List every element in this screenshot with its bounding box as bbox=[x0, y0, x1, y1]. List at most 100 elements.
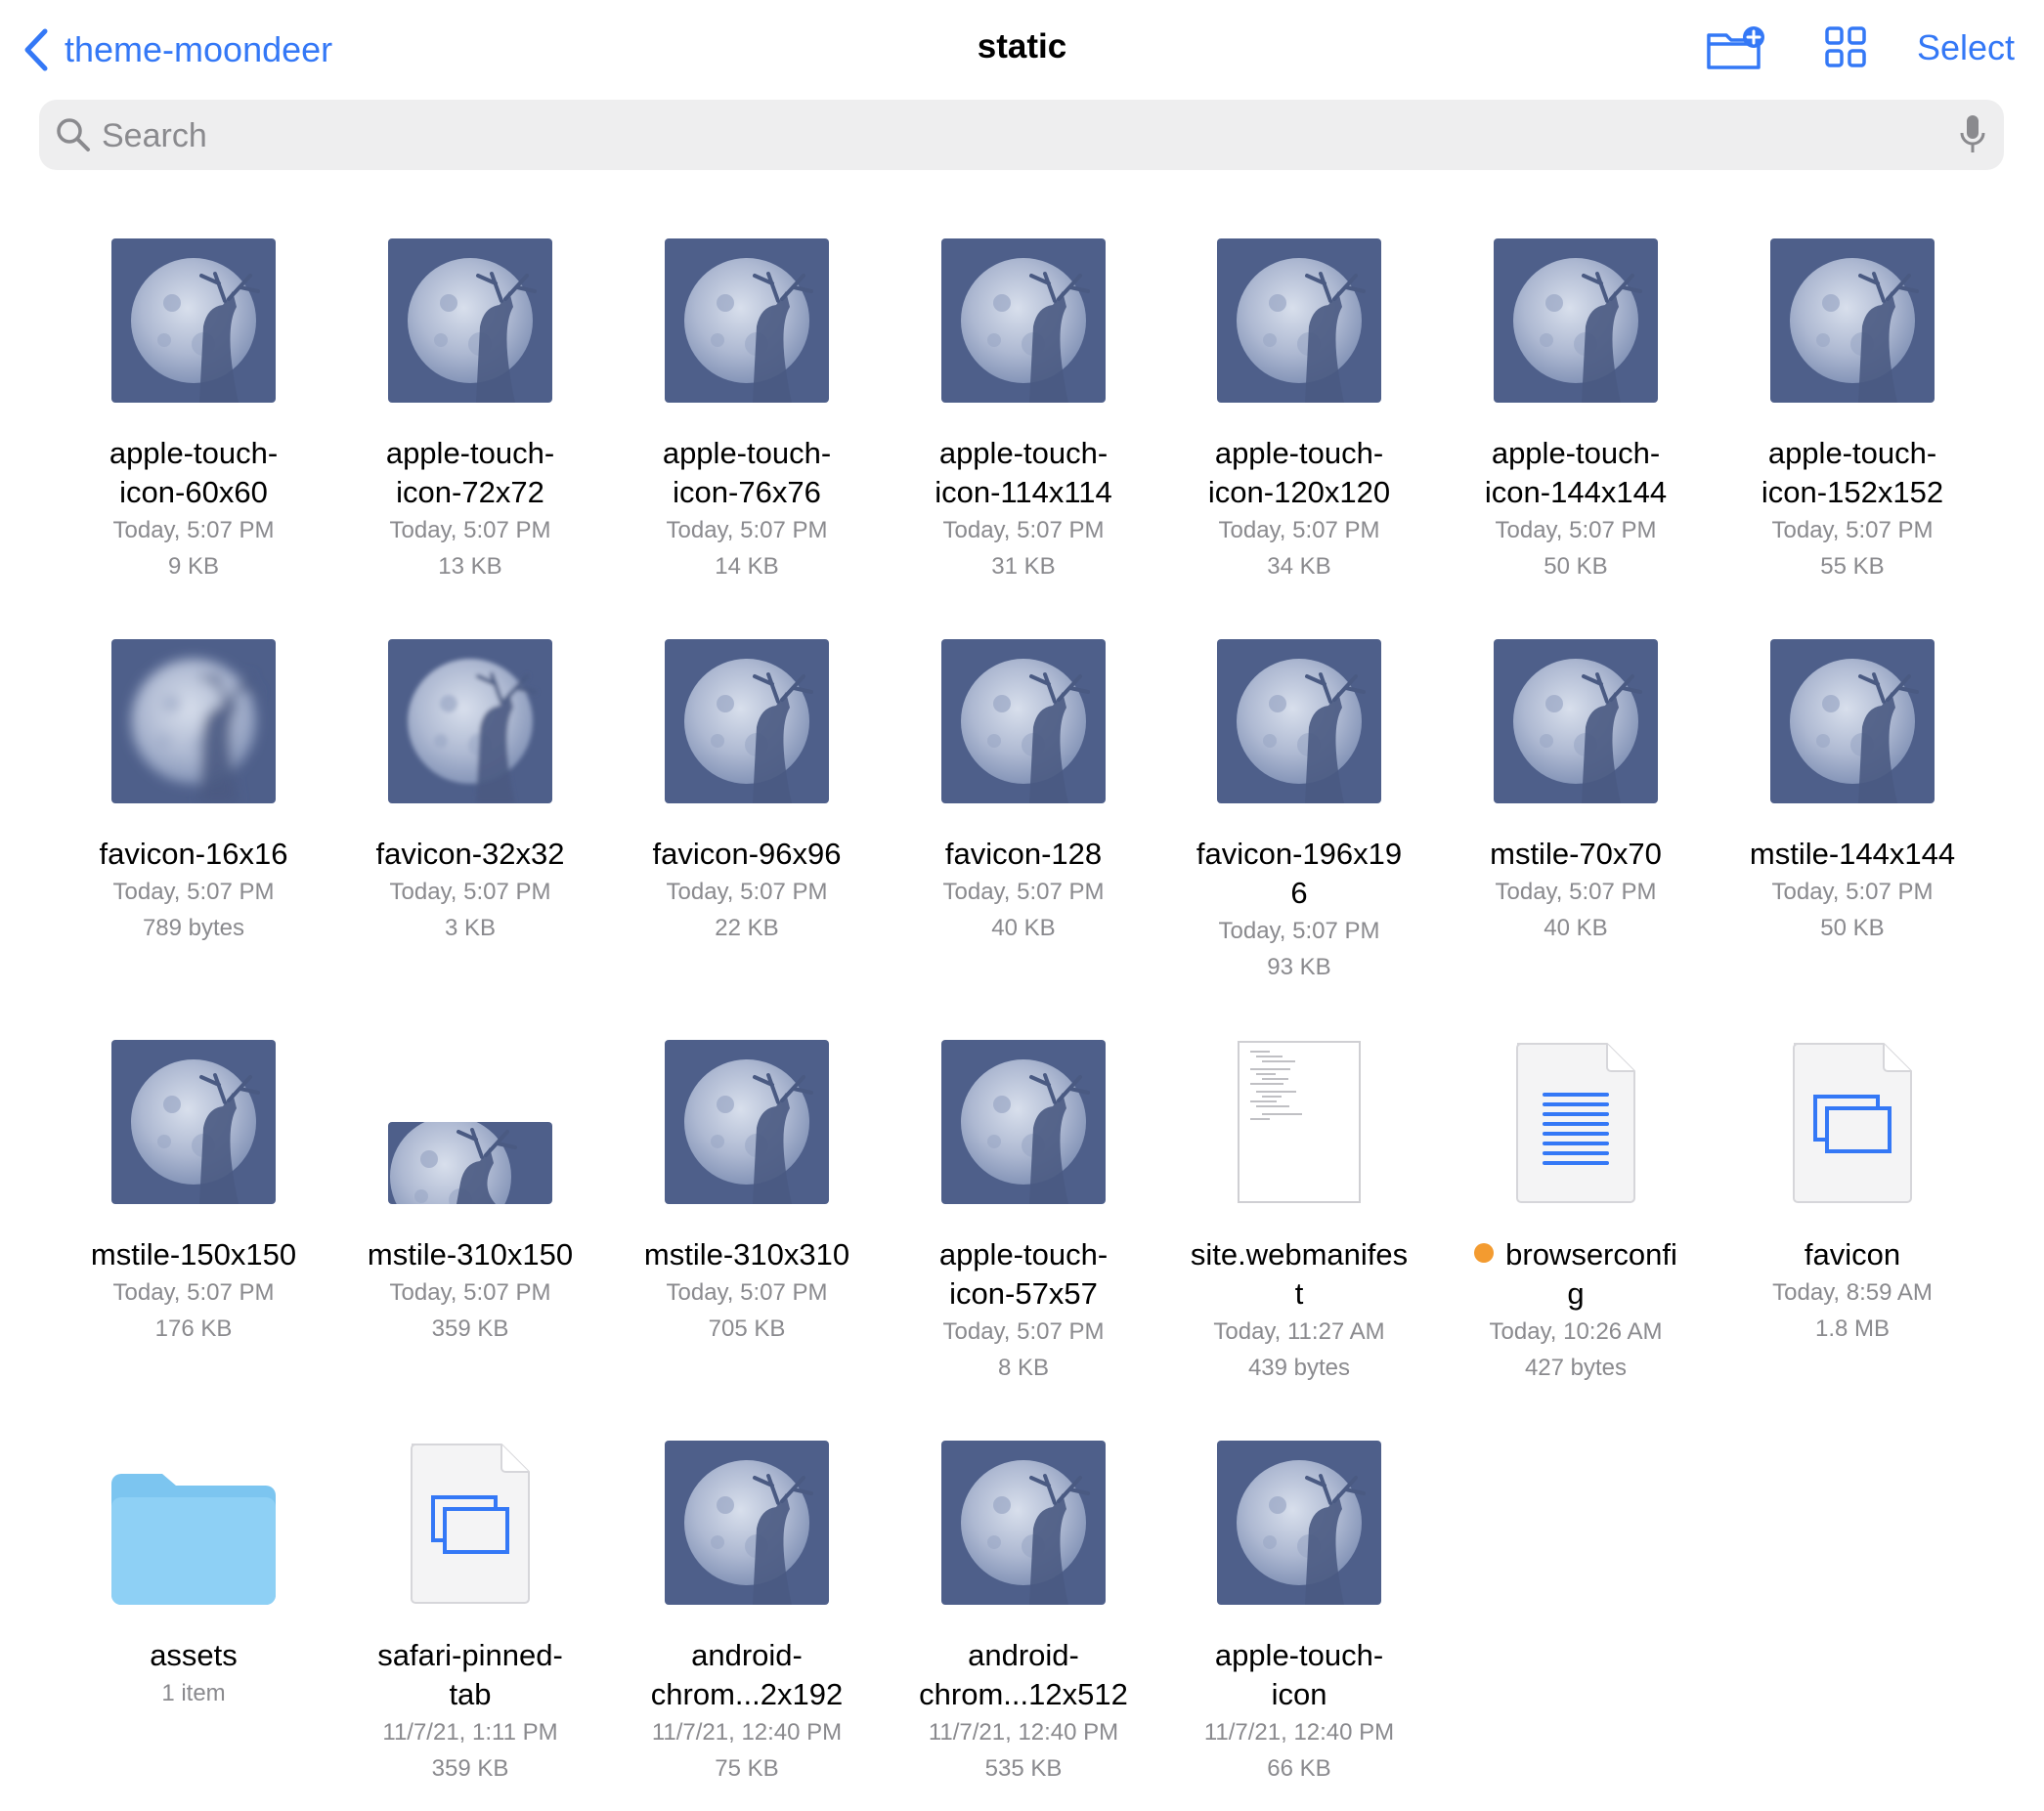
file-name: favicon-32x32 bbox=[343, 835, 597, 874]
file-name: icon-60x60 bbox=[66, 473, 321, 512]
file-name-text: icon-144x144 bbox=[1484, 475, 1668, 509]
file-name: apple-touch- bbox=[896, 434, 1151, 473]
new-folder-button[interactable] bbox=[1706, 25, 1764, 70]
file-name: android- bbox=[620, 1636, 874, 1675]
image-thumbnail bbox=[1494, 639, 1658, 803]
file-label: apple-touch-icon-76x76 Today, 5:07 PM 14 K… bbox=[620, 434, 874, 584]
file-size: 31 KB bbox=[991, 553, 1056, 580]
file-label: android-chrom...2x192 11/7/21, 12:40 PM 75… bbox=[620, 1636, 874, 1787]
file-name: safari-pinned- bbox=[343, 1636, 597, 1675]
file-name: chrom...12x512 bbox=[896, 1675, 1151, 1714]
file-thumbnail bbox=[935, 627, 1111, 803]
file-label: apple-touch-icon-57x57 Today, 5:07 PM 8 KB bbox=[896, 1235, 1151, 1386]
file-name: icon-76x76 bbox=[620, 473, 874, 512]
text-file-icon bbox=[1238, 1041, 1361, 1203]
image-thumbnail bbox=[388, 639, 552, 803]
file-thumbnail bbox=[1488, 227, 1664, 403]
file-name: icon-114x114 bbox=[896, 473, 1151, 512]
file-name-text: icon-114x114 bbox=[935, 475, 1112, 509]
file-name-text: favicon bbox=[1804, 1237, 1901, 1272]
file-label: mstile-150x150 Today, 5:07 PM 176 KB bbox=[66, 1235, 321, 1347]
file-name: icon-72x72 bbox=[343, 473, 597, 512]
image-thumbnail bbox=[941, 1040, 1106, 1204]
file-name: 6 bbox=[1172, 874, 1426, 913]
file-thumbnail bbox=[106, 227, 282, 403]
file-name: favicon-196x19 bbox=[1172, 835, 1426, 874]
file-name: apple-touch- bbox=[343, 434, 597, 473]
file-date: Today, 5:07 PM bbox=[389, 879, 551, 905]
file-date: 1 item bbox=[161, 1680, 226, 1706]
file-name-text: favicon-16x16 bbox=[99, 837, 288, 871]
grid-view-icon bbox=[1825, 26, 1866, 67]
file-name-text: android- bbox=[691, 1638, 803, 1672]
file-label: apple-touch-icon-60x60 Today, 5:07 PM 9 KB bbox=[66, 434, 321, 584]
file-label: apple-touch-icon-72x72 Today, 5:07 PM 13 K… bbox=[343, 434, 597, 584]
file-thumbnail bbox=[106, 1429, 282, 1605]
file-size: 9 KB bbox=[167, 553, 220, 580]
file-name-text: mstile-144x144 bbox=[1749, 837, 1956, 871]
file-size: 13 KB bbox=[438, 553, 502, 580]
file-size: 50 KB bbox=[1544, 553, 1608, 580]
file-label: mstile-70x70 Today, 5:07 PM 40 KB bbox=[1449, 835, 1703, 946]
file-date: Today, 5:07 PM bbox=[942, 1318, 1105, 1345]
file-name: icon-144x144 bbox=[1449, 473, 1703, 512]
image-thumbnail bbox=[1217, 639, 1381, 803]
file-size: 3 KB bbox=[444, 915, 497, 941]
file-date: Today, 5:07 PM bbox=[1495, 879, 1657, 905]
file-label: favicon-16x16 Today, 5:07 PM 789 bytes bbox=[66, 835, 321, 946]
file-size: 66 KB bbox=[1267, 1755, 1331, 1782]
file-name: g bbox=[1449, 1274, 1703, 1314]
image-thumbnail bbox=[665, 238, 829, 403]
file-date: Today, 5:07 PM bbox=[112, 517, 275, 543]
file-date: Today, 8:59 AM bbox=[1772, 1279, 1933, 1306]
file-thumbnail bbox=[106, 627, 282, 803]
file-name: icon-152x152 bbox=[1725, 473, 1979, 512]
file-thumbnail bbox=[935, 1028, 1111, 1204]
file-name: mstile-310x310 bbox=[620, 1235, 874, 1274]
file-thumbnail bbox=[1764, 227, 1940, 403]
file-size: 50 KB bbox=[1820, 915, 1885, 941]
file-name-text: apple-touch- bbox=[1214, 1638, 1384, 1672]
file-label: mstile-310x150 Today, 5:07 PM 359 KB bbox=[343, 1235, 597, 1347]
file-name: mstile-70x70 bbox=[1449, 835, 1703, 874]
file-name-text: site.webmanifes bbox=[1190, 1237, 1409, 1272]
file-thumbnail bbox=[935, 1429, 1111, 1605]
file-name: icon-57x57 bbox=[896, 1274, 1151, 1314]
file-size: 359 KB bbox=[431, 1315, 509, 1342]
file-thumbnail bbox=[1211, 1028, 1387, 1204]
image-thumbnail bbox=[665, 1040, 829, 1204]
select-button[interactable]: Select bbox=[1917, 27, 2015, 68]
file-label: android-chrom...12x512 11/7/21, 12:40 PM 5… bbox=[896, 1636, 1151, 1787]
file-name-text: icon-76x76 bbox=[673, 475, 821, 509]
file-name: site.webmanifes bbox=[1172, 1235, 1426, 1274]
file-name: apple-touch- bbox=[66, 434, 321, 473]
file-date: Today, 11:27 AM bbox=[1213, 1318, 1385, 1345]
file-size: 1.8 MB bbox=[1814, 1315, 1891, 1342]
file-label: site.webmanifes t Today, 11:27 AM 439 bytes bbox=[1172, 1235, 1426, 1386]
file-thumbnail bbox=[1488, 627, 1664, 803]
view-toggle-button[interactable] bbox=[1824, 25, 1867, 68]
file-size: 535 KB bbox=[984, 1755, 1063, 1782]
file-date: Today, 5:07 PM bbox=[666, 879, 828, 905]
file-date: 11/7/21, 1:11 PM bbox=[382, 1719, 558, 1746]
file-name: apple-touch- bbox=[1449, 434, 1703, 473]
file-thumbnail bbox=[382, 1028, 558, 1204]
file-thumbnail bbox=[1764, 627, 1940, 803]
file-size: 8 KB bbox=[997, 1355, 1050, 1381]
file-name-text: icon-152x152 bbox=[1761, 475, 1944, 509]
file-name-text: favicon-196x19 bbox=[1196, 837, 1403, 871]
search-input[interactable] bbox=[100, 109, 1941, 162]
search-bar bbox=[39, 100, 2004, 170]
image-thumbnail bbox=[941, 639, 1106, 803]
microphone-icon[interactable] bbox=[1959, 113, 1986, 156]
file-date: 11/7/21, 12:40 PM bbox=[1203, 1719, 1395, 1746]
file-name-text: g bbox=[1567, 1276, 1585, 1311]
image-thumbnail bbox=[111, 639, 276, 803]
file-name-text: apple-touch- bbox=[109, 436, 279, 470]
file-label: mstile-310x310 Today, 5:07 PM 705 KB bbox=[620, 1235, 874, 1347]
image-thumbnail bbox=[1770, 238, 1935, 403]
file-date: Today, 5:07 PM bbox=[1218, 918, 1380, 944]
file-size: 93 KB bbox=[1267, 954, 1331, 980]
file-date: Today, 5:07 PM bbox=[389, 1279, 551, 1306]
folder-icon bbox=[111, 1474, 276, 1605]
